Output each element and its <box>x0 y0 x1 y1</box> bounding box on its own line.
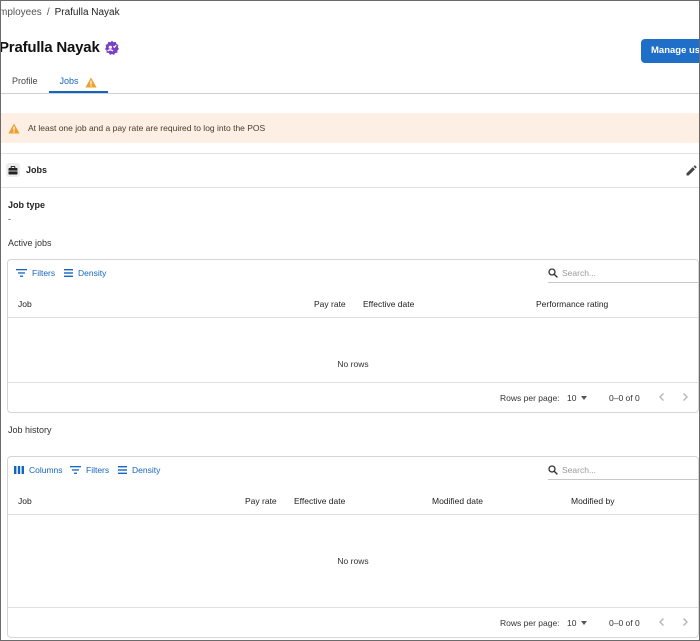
column-header-modified-by[interactable]: Modified by <box>571 496 614 506</box>
search-icon <box>548 464 558 475</box>
rows-per-page-value: 10 <box>567 618 577 628</box>
tab-profile-label: Profile <box>12 76 38 86</box>
columns-button[interactable]: Columns <box>14 465 63 475</box>
filters-button[interactable]: Filters <box>70 465 109 475</box>
filter-icon <box>16 269 27 277</box>
breadcrumb: mployees / Prafulla Nayak <box>1 7 120 18</box>
job-type-value: - <box>8 214 11 224</box>
warning-banner: At least one job and a pay rate are requ… <box>1 113 699 143</box>
job-history-label: Job history <box>8 425 52 435</box>
column-header-effective-date[interactable]: Effective date <box>363 299 414 309</box>
grid-header-row: Job Pay rate Effective date Modified dat… <box>8 487 698 515</box>
warning-icon <box>8 123 20 134</box>
tab-profile[interactable]: Profile <box>1 71 49 91</box>
previous-page-icon[interactable] <box>656 616 668 628</box>
job-history-grid: Columns Filters Density Search... Job Pa… <box>7 456 699 638</box>
column-header-performance-rating[interactable]: Performance rating <box>536 299 608 309</box>
breadcrumb-employees-link[interactable]: mployees <box>1 7 42 18</box>
rows-per-page-label: Rows per page: <box>500 618 560 628</box>
tab-bar: Profile Jobs <box>1 71 108 93</box>
search-icon <box>548 267 558 278</box>
empty-state-text: No rows <box>337 359 369 369</box>
column-header-modified-date[interactable]: Modified date <box>432 496 483 506</box>
pagination-range: 0–0 of 0 <box>609 618 640 628</box>
pencil-icon[interactable] <box>685 165 697 177</box>
rows-per-page-select[interactable]: 10 <box>567 618 588 628</box>
density-button[interactable]: Density <box>118 465 160 475</box>
pagination-range: 0–0 of 0 <box>609 393 640 403</box>
search-input[interactable]: Search... <box>548 460 698 480</box>
density-button[interactable]: Density <box>64 268 106 278</box>
density-button-label: Density <box>132 465 161 475</box>
section-divider <box>1 153 699 154</box>
column-header-pay-rate[interactable]: Pay rate <box>314 299 346 309</box>
search-input[interactable]: Search... <box>548 263 698 283</box>
jobs-section-title: Jobs <box>26 165 48 175</box>
tab-divider <box>1 93 699 94</box>
page-header: Prafulla Nayak <box>0 39 120 56</box>
rows-per-page-select[interactable]: 10 <box>567 393 588 403</box>
warning-banner-text: At least one job and a pay rate are requ… <box>28 123 266 133</box>
page-title: Prafulla Nayak <box>0 39 100 56</box>
filters-button-label: Filters <box>32 268 56 278</box>
next-page-icon[interactable] <box>679 391 691 403</box>
manage-user-button[interactable]: Manage user <box>641 39 699 63</box>
warning-icon <box>84 76 97 87</box>
caret-down-icon <box>581 621 588 625</box>
column-header-job[interactable]: Job <box>18 299 32 309</box>
rows-per-page-value: 10 <box>567 393 577 403</box>
filter-icon <box>70 466 81 474</box>
next-page-icon[interactable] <box>679 616 691 628</box>
empty-state-text: No rows <box>337 556 369 566</box>
search-placeholder: Search... <box>562 267 597 278</box>
breadcrumb-separator: / <box>46 7 50 18</box>
density-button-label: Density <box>78 268 107 278</box>
grid-footer: Rows per page: 10 0–0 of 0 <box>8 607 698 637</box>
column-header-job[interactable]: Job <box>18 496 32 506</box>
search-placeholder: Search... <box>562 464 597 475</box>
app-window: mployees / Prafulla Nayak Prafulla Nayak M… <box>0 0 700 641</box>
grid-toolbar: Columns Filters Density Search... <box>8 457 698 487</box>
tab-jobs[interactable]: Jobs <box>48 71 108 93</box>
previous-page-icon[interactable] <box>656 391 668 403</box>
rows-per-page-label: Rows per page: <box>500 393 560 403</box>
job-type-label: Job type <box>8 200 46 210</box>
caret-down-icon <box>581 396 588 400</box>
density-icon <box>64 269 73 277</box>
columns-icon <box>14 466 24 474</box>
filters-button-label: Filters <box>86 465 110 475</box>
density-icon <box>118 466 127 474</box>
briefcase-icon <box>6 163 20 177</box>
tab-jobs-label: Jobs <box>59 76 79 86</box>
column-header-effective-date[interactable]: Effective date <box>294 496 345 506</box>
grid-footer: Rows per page: 10 0–0 of 0 <box>8 382 698 412</box>
columns-button-label: Columns <box>29 465 63 475</box>
grid-toolbar: Filters Density Search... <box>8 260 698 290</box>
filters-button[interactable]: Filters <box>16 268 55 278</box>
grid-header-row: Job Pay rate Effective date Performance … <box>8 290 698 318</box>
section-divider <box>1 187 699 188</box>
breadcrumb-current: Prafulla Nayak <box>54 7 120 18</box>
active-jobs-grid: Filters Density Search... Job Pay rate E… <box>7 259 699 413</box>
jobs-section-header: Jobs <box>6 163 47 177</box>
verified-badge-icon <box>104 40 120 56</box>
active-jobs-label: Active jobs <box>8 238 52 248</box>
column-header-pay-rate[interactable]: Pay rate <box>245 496 277 506</box>
